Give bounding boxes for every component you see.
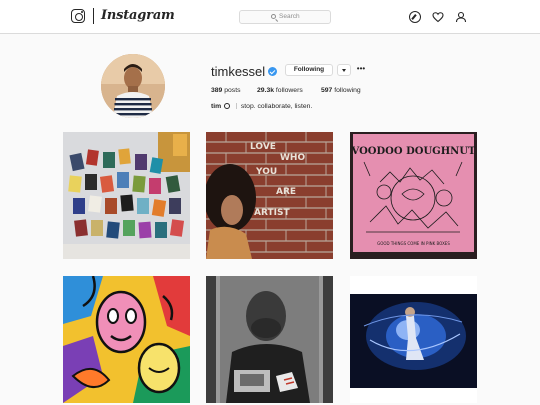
explore-compass-icon[interactable] [409,11,421,23]
profile-person-icon[interactable] [455,11,467,23]
search-input[interactable]: Search [239,10,331,24]
portrait-poster-photo [206,276,333,403]
search-icon [271,14,276,19]
wall-text-artist: ARTIST [254,208,290,218]
wall-text-love: LOVE [250,142,276,152]
post-tile-books[interactable] [63,132,190,259]
stat-posts: 389 posts [211,87,240,94]
top-nav-bar: Instagram Search [0,0,540,34]
brick-wall-photo: LOVE WHO YOU ARE ARTIST [206,132,333,259]
post-tile-dancer[interactable] [350,276,477,403]
profile-bio: tim stop. collaborate, listen. [211,103,312,110]
bio-name: tim [211,103,222,110]
profile-username: timkessel [211,64,266,79]
more-options-button[interactable]: ••• [355,64,367,76]
logo-divider [93,8,94,24]
following-label: following [334,87,361,94]
post-tile-voodoo-box[interactable]: VOODOO DOUGHNUT GOOD THINGS COME IN PINK… [350,132,477,259]
suggested-dropdown-button[interactable] [337,64,351,76]
posts-count: 389 [211,87,223,94]
following-count: 597 [321,87,333,94]
activity-heart-icon[interactable] [432,11,444,23]
followers-count: 29.3k [257,87,275,94]
wall-text-are: ARE [276,187,296,197]
stat-followers[interactable]: 29.3k followers [257,87,303,94]
stat-following[interactable]: 597 following [321,87,361,94]
dancer-photo [350,276,477,403]
circle-icon [224,103,231,109]
post-tile-portrait-poster[interactable] [206,276,333,403]
search-placeholder: Search [279,13,300,20]
instagram-camera-icon[interactable] [71,9,85,23]
mural-photo [63,276,190,403]
bio-separator [235,103,237,109]
wall-text-you: YOU [255,167,277,177]
post-tile-mural[interactable] [63,276,190,403]
post-tile-brick-wall[interactable]: LOVE WHO YOU ARE ARTIST [206,132,333,259]
instagram-wordmark[interactable]: Instagram [101,8,175,23]
posts-label: posts [224,87,241,94]
books-photo [63,132,190,259]
doughnut-box-photo: VOODOO DOUGHNUT GOOD THINGS COME IN PINK… [350,132,477,259]
box-caption: GOOD THINGS COME IN PINK BOXES [377,241,450,246]
box-title: VOODOO DOUGHNUT [351,146,477,157]
wall-text-who: WHO [280,153,305,163]
profile-avatar [101,54,165,118]
following-button[interactable]: Following [285,64,333,76]
followers-label: followers [275,87,303,94]
verified-badge-icon [268,67,277,76]
bio-text: stop. collaborate, listen. [240,103,313,110]
